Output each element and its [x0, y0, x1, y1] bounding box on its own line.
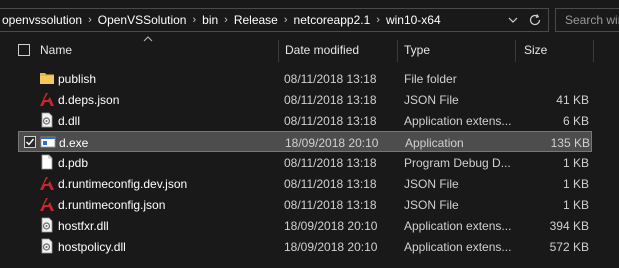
column-label: Date modified: [285, 43, 360, 57]
file-row[interactable]: publish 08/11/2018 13:18 File folder: [18, 68, 592, 89]
file-date: 08/11/2018 13:18: [284, 113, 377, 128]
file-type: Application extens...: [404, 239, 512, 254]
vertical-scrollbar[interactable]: [600, 62, 619, 268]
file-size: 572 KB: [549, 239, 589, 254]
file-name: hostpolicy.dll: [58, 239, 126, 254]
column-divider[interactable]: [593, 40, 594, 62]
file-date: 18/09/2018 20:10: [285, 135, 379, 150]
column-header-date[interactable]: Date modified: [285, 38, 395, 62]
chevron-right-icon[interactable]: ›: [280, 14, 292, 26]
exe-file-icon: [40, 136, 56, 148]
json-file-icon: [40, 177, 54, 190]
address-bar-area: openvssolution › OpenVSSolution › bin › …: [0, 0, 619, 38]
file-row[interactable]: d.deps.json 08/11/2018 13:18 JSON File 4…: [18, 89, 592, 110]
file-name: d.deps.json: [58, 92, 120, 107]
file-row[interactable]: hostfxr.dll 18/09/2018 20:10 Application…: [18, 215, 592, 236]
file-date: 18/09/2018 20:10: [284, 239, 378, 254]
file-size: 135 KB: [550, 135, 590, 150]
file-size: [516, 68, 589, 89]
folder-icon: [40, 73, 54, 84]
file-name: d.runtimeconfig.dev.json: [58, 176, 188, 191]
file-row[interactable]: d.pdb 08/11/2018 13:18 Program Debug D..…: [18, 152, 592, 173]
dll-file-icon: [41, 112, 53, 128]
breadcrumb-item[interactable]: Release: [232, 13, 280, 27]
file-type: Application extens...: [404, 113, 512, 128]
breadcrumb: openvssolution › OpenVSSolution › bin › …: [0, 9, 443, 31]
file-type: Program Debug D...: [404, 155, 511, 170]
file-row[interactable]: hostpolicy.dll 18/09/2018 20:10 Applicat…: [18, 236, 592, 257]
file-name: d.runtimeconfig.json: [58, 197, 166, 212]
json-file-icon: [40, 198, 54, 211]
file-row[interactable]: d.runtimeconfig.json 08/11/2018 13:18 JS…: [18, 194, 592, 215]
chevron-down-icon: [508, 17, 518, 23]
file-date: 08/11/2018 13:18: [284, 197, 377, 212]
file-name: d.pdb: [58, 155, 89, 170]
column-label: Name: [40, 43, 73, 57]
file-row[interactable]: d.runtimeconfig.dev.json 08/11/2018 13:1…: [18, 173, 592, 194]
file-row[interactable]: d.dll 08/11/2018 13:18 Application exten…: [18, 110, 592, 131]
column-label: Size: [524, 43, 548, 57]
file-type: JSON File: [404, 176, 459, 191]
column-divider[interactable]: [515, 40, 516, 62]
file-row[interactable]: d.exe 18/09/2018 20:10 Application 135 K…: [18, 131, 592, 152]
file-type: File folder: [404, 71, 457, 86]
file-date: 08/11/2018 13:18: [284, 155, 377, 170]
search-placeholder: Search win: [565, 13, 619, 27]
chevron-right-icon[interactable]: ›: [220, 14, 232, 26]
column-divider[interactable]: [397, 40, 398, 62]
breadcrumb-item[interactable]: win10-x64: [384, 13, 443, 27]
search-input[interactable]: Search win: [555, 8, 619, 32]
address-bar[interactable]: openvssolution › OpenVSSolution › bin › …: [0, 8, 549, 32]
check-icon: [26, 138, 35, 146]
chevron-right-icon[interactable]: ›: [188, 14, 200, 26]
refresh-icon: [529, 14, 541, 26]
column-header: Name Date modified Type Size: [0, 36, 619, 62]
file-name: d.dll: [58, 113, 81, 128]
file-type: JSON File: [404, 92, 459, 107]
dll-file-icon: [41, 217, 53, 233]
file-date: 18/09/2018 20:10: [284, 218, 378, 233]
column-header-type[interactable]: Type: [404, 38, 512, 62]
file-name: hostfxr.dll: [58, 218, 109, 233]
breadcrumb-item[interactable]: OpenVSSolution: [96, 13, 189, 27]
file-type: Application extens...: [404, 218, 512, 233]
breadcrumb-item[interactable]: openvssolution: [0, 13, 84, 27]
file-size: 1 KB: [562, 155, 589, 170]
row-checkbox[interactable]: [24, 136, 36, 148]
file-size: 394 KB: [549, 218, 589, 233]
file-name: d.exe: [59, 135, 89, 150]
file-size: 1 KB: [562, 176, 589, 191]
column-label: Type: [404, 43, 431, 57]
file-type: JSON File: [404, 197, 459, 212]
blank-file-icon: [41, 154, 53, 170]
file-size: 1 KB: [562, 197, 589, 212]
column-divider[interactable]: [278, 40, 279, 62]
file-size: 41 KB: [556, 92, 589, 107]
column-header-size[interactable]: Size: [524, 38, 594, 62]
address-history-dropdown[interactable]: [503, 10, 523, 30]
dll-file-icon: [41, 238, 53, 254]
column-header-name[interactable]: Name: [40, 38, 276, 62]
select-all-checkbox[interactable]: [18, 44, 30, 56]
breadcrumb-item[interactable]: bin: [200, 13, 220, 27]
breadcrumb-item[interactable]: netcoreapp2.1: [292, 13, 373, 27]
chevron-right-icon[interactable]: ›: [84, 14, 96, 26]
file-date: 08/11/2018 13:18: [284, 92, 377, 107]
file-date: 08/11/2018 13:18: [284, 176, 377, 191]
file-date: 08/11/2018 13:18: [284, 71, 377, 86]
file-size: 6 KB: [562, 113, 589, 128]
json-file-icon: [40, 93, 54, 106]
file-name: publish: [58, 71, 97, 86]
refresh-button[interactable]: [523, 10, 547, 30]
chevron-right-icon[interactable]: ›: [372, 14, 384, 26]
file-type: Application: [405, 135, 464, 150]
